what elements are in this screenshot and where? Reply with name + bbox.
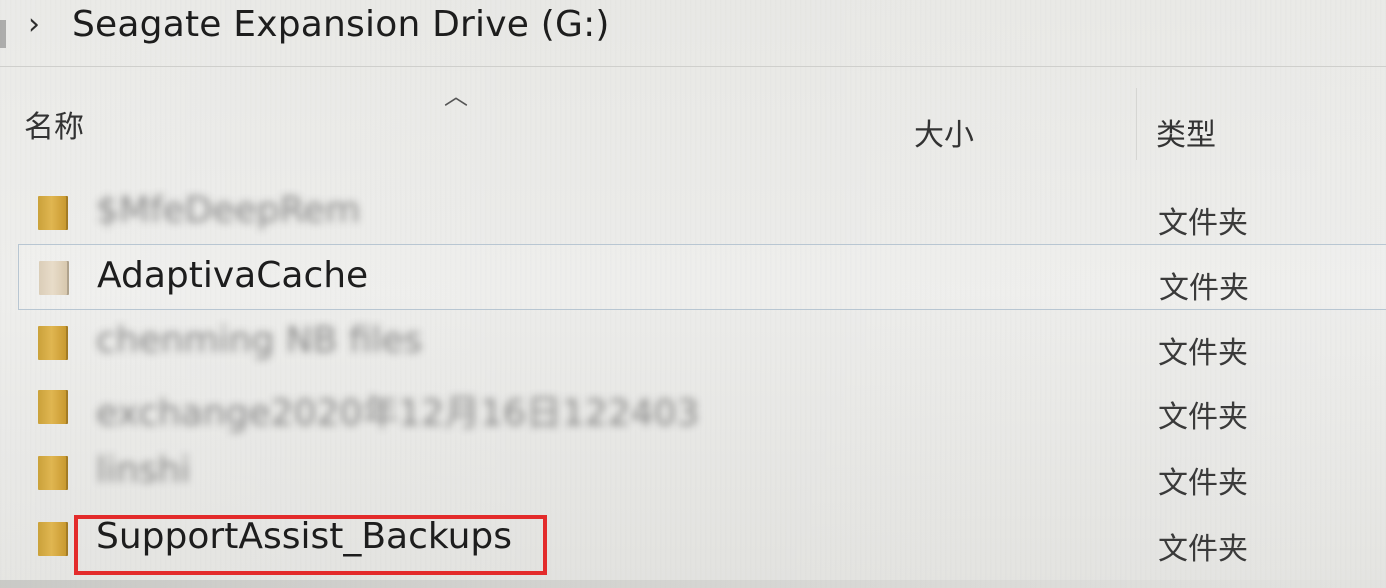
sort-ascending-icon: ︿: [444, 82, 468, 110]
file-name[interactable]: $MfeDeepRem: [96, 190, 360, 231]
file-name[interactable]: SupportAssist_Backups: [96, 516, 512, 557]
column-header-size[interactable]: 大小: [914, 110, 974, 154]
file-name[interactable]: exchange2020年12月16日122403: [96, 384, 699, 436]
file-name[interactable]: linshi: [96, 450, 190, 491]
file-row[interactable]: exchange2020年12月16日122403 文件夹: [18, 374, 1386, 438]
file-row[interactable]: $MfeDeepRem 文件夹: [18, 180, 1386, 244]
file-name[interactable]: chenming NB files: [96, 320, 422, 361]
file-type: 文件夹: [1158, 206, 1248, 241]
folder-icon: [38, 196, 68, 230]
address-bar-left-edge: [0, 20, 6, 48]
chevron-right-icon: ›: [28, 7, 40, 42]
bottom-edge-strip: [0, 580, 1386, 588]
file-type: 文件夹: [1158, 336, 1248, 371]
folder-icon: [38, 522, 68, 556]
file-type: 文件夹: [1158, 466, 1248, 501]
address-bar[interactable]: › Seagate Expansion Drive (G:): [0, 0, 1386, 67]
file-row[interactable]: SupportAssist_Backups 文件夹: [18, 506, 1386, 570]
folder-icon: [39, 261, 69, 295]
file-row[interactable]: linshi 文件夹: [18, 440, 1386, 504]
column-header-name[interactable]: 名称: [24, 102, 84, 146]
file-type: 文件夹: [1158, 532, 1248, 567]
file-type: 文件夹: [1159, 271, 1249, 306]
column-divider[interactable]: [1136, 88, 1137, 160]
folder-icon: [38, 390, 68, 424]
file-name[interactable]: AdaptivaCache: [97, 255, 368, 296]
folder-icon: [38, 456, 68, 490]
column-header-row: ︿ 名称 大小 类型: [0, 66, 1386, 166]
column-header-type[interactable]: 类型: [1156, 110, 1216, 154]
file-row-selected[interactable]: AdaptivaCache 文件夹: [18, 244, 1386, 310]
file-row[interactable]: chenming NB files 文件夹: [18, 310, 1386, 374]
file-type: 文件夹: [1158, 400, 1248, 435]
location-path[interactable]: Seagate Expansion Drive (G:): [72, 4, 610, 45]
folder-icon: [38, 326, 68, 360]
